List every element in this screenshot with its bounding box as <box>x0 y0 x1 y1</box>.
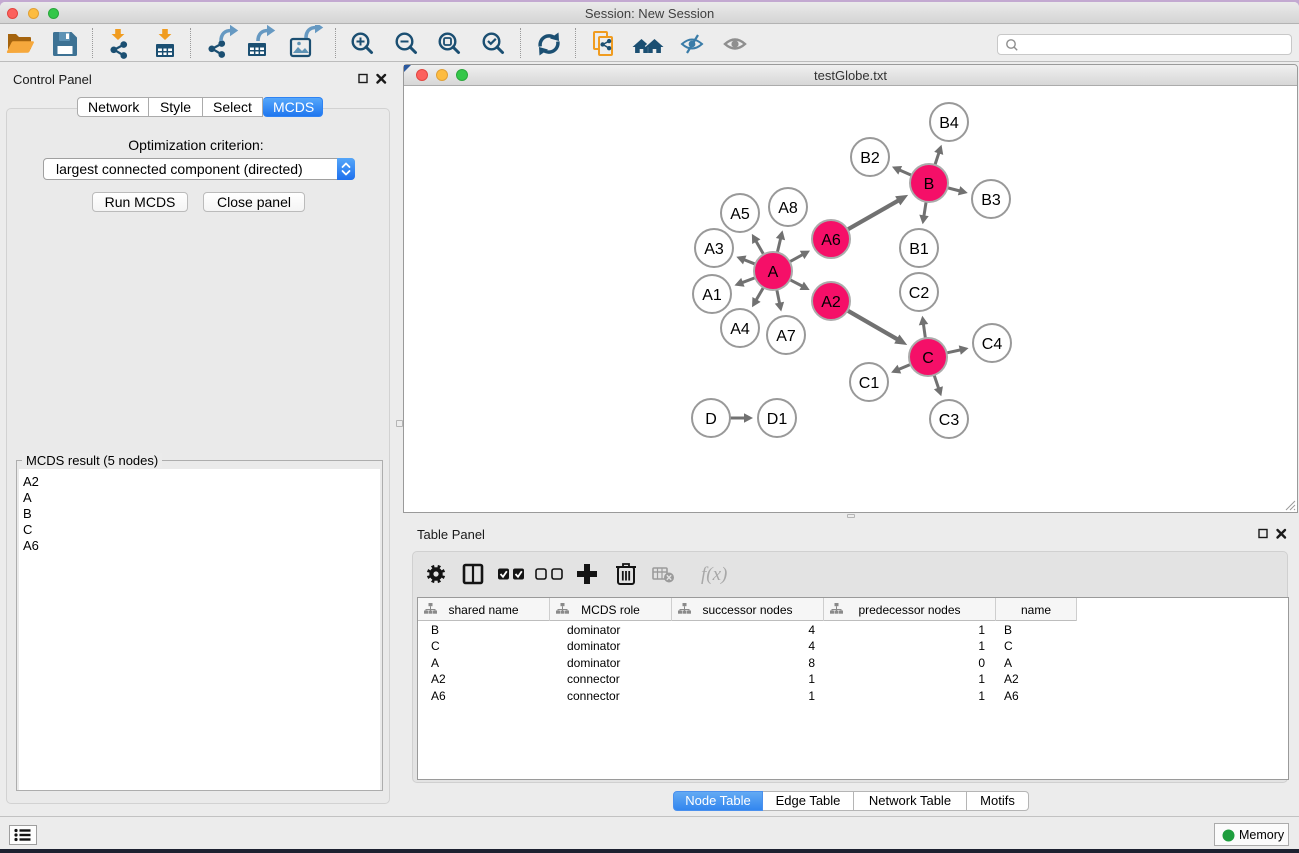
svg-text:A3: A3 <box>704 241 724 258</box>
svg-text:B4: B4 <box>939 115 959 132</box>
svg-text:A7: A7 <box>776 328 796 345</box>
svg-text:A: A <box>768 264 779 281</box>
svg-text:C4: C4 <box>982 336 1003 353</box>
svg-text:B: B <box>924 176 935 193</box>
svg-text:D: D <box>705 411 717 428</box>
svg-text:D1: D1 <box>767 411 788 428</box>
svg-text:A5: A5 <box>730 206 750 223</box>
svg-text:C1: C1 <box>859 375 880 392</box>
svg-text:B1: B1 <box>909 241 929 258</box>
svg-text:C: C <box>922 350 934 367</box>
svg-text:A4: A4 <box>730 321 750 338</box>
svg-text:f(x): f(x) <box>701 564 727 585</box>
svg-text:A1: A1 <box>702 287 722 304</box>
svg-text:A2: A2 <box>821 294 841 311</box>
svg-text:B3: B3 <box>981 192 1001 209</box>
svg-text:C3: C3 <box>939 412 960 429</box>
svg-text:A6: A6 <box>821 232 841 249</box>
svg-text:B2: B2 <box>860 150 880 167</box>
svg-text:A8: A8 <box>778 200 798 217</box>
svg-text:C2: C2 <box>909 285 930 302</box>
